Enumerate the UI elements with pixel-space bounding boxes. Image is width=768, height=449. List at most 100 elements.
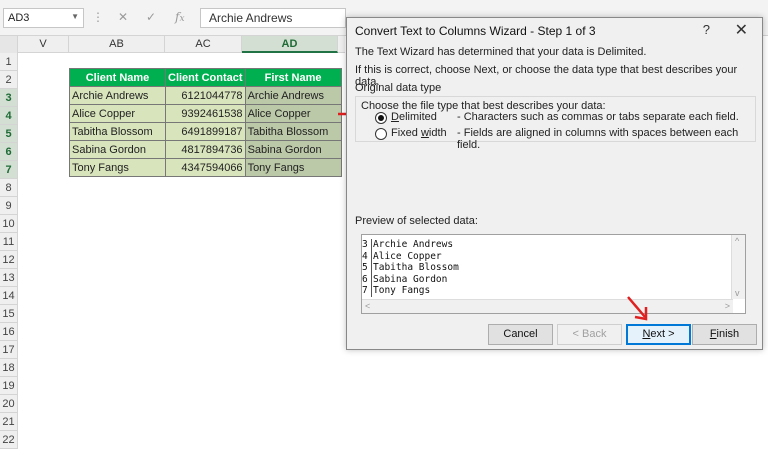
chevron-down-icon[interactable]: ▼ bbox=[71, 12, 79, 21]
delimited-radio[interactable] bbox=[375, 112, 387, 124]
help-icon[interactable]: ? bbox=[703, 22, 710, 37]
table-row: Tony Fangs 4347594066 Tony Fangs bbox=[69, 158, 342, 177]
table-row: Sabina Gordon 4817894736 Sabina Gordon bbox=[69, 140, 342, 159]
column-header-ad[interactable]: AD bbox=[242, 36, 338, 53]
enter-check-icon[interactable]: ✓ bbox=[146, 10, 156, 24]
row-header[interactable]: 13 bbox=[0, 269, 18, 287]
row-header[interactable]: 3 bbox=[0, 89, 18, 107]
cell-first-name[interactable]: Alice Copper bbox=[244, 104, 342, 123]
client-table: Client Name Client Contact First Name Ar… bbox=[69, 68, 342, 177]
fixed-width-description: - Fields are aligned in columns with spa… bbox=[457, 127, 739, 151]
preview-line: 5 Tabitha Blossom bbox=[362, 262, 459, 274]
fixed-width-radio[interactable] bbox=[375, 128, 387, 140]
row-header[interactable]: 10 bbox=[0, 215, 18, 233]
intro-text: The Text Wizard has determined that your… bbox=[355, 46, 647, 58]
next-button[interactable]: Next > bbox=[626, 324, 691, 345]
cell-first-name[interactable]: Tony Fangs bbox=[244, 158, 342, 177]
insert-function-icon[interactable]: fx bbox=[175, 10, 185, 24]
preview-line: 3 Archie Andrews bbox=[362, 239, 459, 251]
fixed-width-label[interactable]: Fixed width bbox=[391, 127, 447, 139]
preview-line-text: Archie Andrews bbox=[373, 239, 454, 250]
preview-box[interactable]: 3 Archie Andrews 4 Alice Copper 5 Tabitha Blo… bbox=[361, 234, 746, 314]
header-client-name[interactable]: Client Name bbox=[69, 68, 166, 87]
header-client-contact[interactable]: Client Contact bbox=[165, 68, 246, 87]
cell-first-name[interactable]: Sabina Gordon bbox=[244, 140, 342, 159]
name-box[interactable]: AD3 ▼ bbox=[3, 8, 84, 28]
scroll-up-icon[interactable]: ^ bbox=[735, 236, 739, 246]
name-box-value: AD3 bbox=[8, 12, 30, 24]
delimited-description: - Characters such as commas or tabs sepa… bbox=[457, 111, 739, 123]
preview-line: 6 Sabina Gordon bbox=[362, 273, 459, 285]
preview-line: 7 Tony Fangs bbox=[362, 285, 459, 297]
select-all-corner[interactable] bbox=[0, 36, 18, 53]
close-icon[interactable]: ✕ bbox=[735, 20, 748, 40]
row-header[interactable]: 14 bbox=[0, 287, 18, 305]
preview-line: 4 Alice Copper bbox=[362, 250, 459, 262]
row-header[interactable]: 6 bbox=[0, 143, 18, 161]
row-header[interactable]: 11 bbox=[0, 233, 18, 251]
row-header[interactable]: 2 bbox=[0, 71, 18, 89]
row-header[interactable]: 20 bbox=[0, 395, 18, 413]
row-header[interactable]: 4 bbox=[0, 107, 18, 125]
cell-client-name[interactable]: Archie Andrews bbox=[69, 86, 166, 105]
preview-line-number: 7 bbox=[362, 285, 372, 297]
finish-button[interactable]: Finish bbox=[692, 324, 757, 345]
text-to-columns-dialog: Convert Text to Columns Wizard - Step 1 … bbox=[346, 17, 763, 350]
preview-line-number: 6 bbox=[362, 273, 372, 285]
row-header[interactable]: 17 bbox=[0, 341, 18, 359]
cell-client-name[interactable]: Alice Copper bbox=[69, 104, 166, 123]
delimited-label[interactable]: Delimited bbox=[391, 111, 437, 123]
column-header-ab[interactable]: AB bbox=[69, 36, 165, 53]
back-button[interactable]: < Back bbox=[557, 324, 622, 345]
table-row: Tabitha Blossom 6491899187 Tabitha Blossom bbox=[69, 122, 342, 141]
table-header-row: Client Name Client Contact First Name bbox=[69, 68, 342, 87]
preview-label: Preview of selected data: bbox=[355, 215, 478, 227]
preview-horizontal-scrollbar[interactable]: < > bbox=[362, 299, 733, 313]
cell-client-contact[interactable]: 6491899187 bbox=[165, 122, 246, 141]
formula-input[interactable]: Archie Andrews bbox=[200, 8, 346, 28]
preview-line-number: 5 bbox=[362, 262, 372, 274]
cancel-icon[interactable]: ✕ bbox=[118, 10, 128, 24]
preview-line-text: Tabitha Blossom bbox=[373, 262, 459, 273]
preview-line-text: Sabina Gordon bbox=[373, 273, 448, 285]
column-header-ac[interactable]: AC bbox=[165, 36, 242, 53]
preview-line-text: Alice Copper bbox=[373, 250, 442, 262]
cell-client-contact[interactable]: 6121044778 bbox=[165, 86, 246, 105]
row-header[interactable]: 5 bbox=[0, 125, 18, 143]
column-header-v[interactable]: V bbox=[18, 36, 69, 53]
row-header[interactable]: 1 bbox=[0, 53, 18, 71]
row-header[interactable]: 19 bbox=[0, 377, 18, 395]
preview-vertical-scrollbar[interactable]: ^ v bbox=[731, 235, 745, 299]
cell-first-name[interactable]: Archie Andrews bbox=[244, 86, 342, 105]
scroll-right-icon[interactable]: > bbox=[725, 301, 730, 311]
cell-client-contact[interactable]: 9392461538 bbox=[165, 104, 246, 123]
row-header[interactable]: 15 bbox=[0, 305, 18, 323]
header-first-name[interactable]: First Name bbox=[244, 68, 342, 87]
row-header[interactable]: 22 bbox=[0, 431, 18, 449]
cell-client-name[interactable]: Tony Fangs bbox=[69, 158, 166, 177]
row-header[interactable]: 18 bbox=[0, 359, 18, 377]
cell-client-contact[interactable]: 4817894736 bbox=[165, 140, 246, 159]
scroll-down-icon[interactable]: v bbox=[735, 288, 740, 298]
row-header[interactable]: 12 bbox=[0, 251, 18, 269]
cell-client-contact[interactable]: 4347594066 bbox=[165, 158, 246, 177]
more-options-icon: ⋮ bbox=[92, 10, 104, 24]
cell-client-name[interactable]: Tabitha Blossom bbox=[69, 122, 166, 141]
scroll-left-icon[interactable]: < bbox=[365, 301, 370, 311]
row-header[interactable]: 7 bbox=[0, 161, 18, 179]
cancel-button[interactable]: Cancel bbox=[488, 324, 553, 345]
preview-lines: 3 Archie Andrews 4 Alice Copper 5 Tabitha Blo… bbox=[362, 239, 459, 297]
cell-first-name[interactable]: Tabitha Blossom bbox=[244, 122, 342, 141]
preview-line-number: 4 bbox=[362, 250, 372, 262]
preview-line-text: Tony Fangs bbox=[373, 285, 431, 296]
row-header[interactable]: 9 bbox=[0, 197, 18, 215]
annotation-arrow-next bbox=[627, 296, 648, 321]
row-header[interactable]: 16 bbox=[0, 323, 18, 341]
column-header-bar: V AB AC AD bbox=[0, 36, 345, 53]
cell-client-name[interactable]: Sabina Gordon bbox=[69, 140, 166, 159]
table-row: Alice Copper 9392461538 Alice Copper bbox=[69, 104, 342, 123]
row-header[interactable]: 8 bbox=[0, 179, 18, 197]
group-title: Original data type bbox=[355, 82, 442, 94]
row-header[interactable]: 21 bbox=[0, 413, 18, 431]
table-row: Archie Andrews 6121044778 Archie Andrews bbox=[69, 86, 342, 105]
